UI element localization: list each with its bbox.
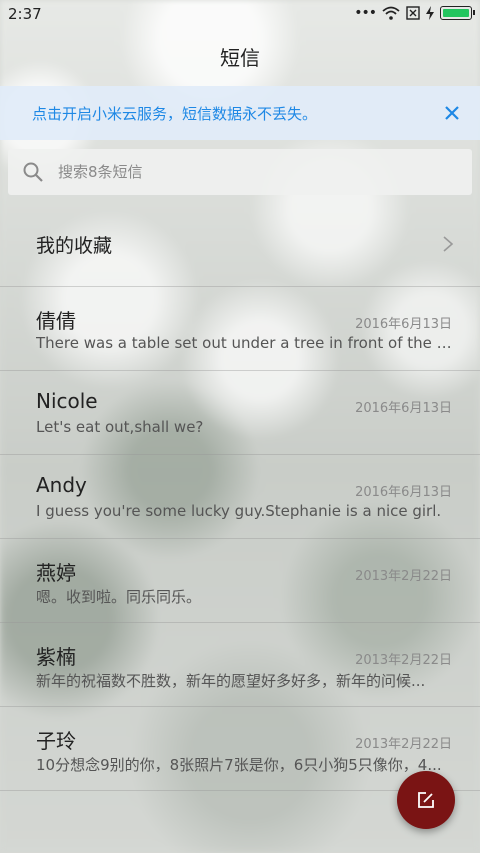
contact-name: 燕婷 [36, 561, 76, 585]
conversation-item[interactable]: 紫楠 2013年2月22日 新年的祝福数不胜数，新年的愿望好多好多，新年的问候.… [0, 623, 480, 707]
chevron-right-icon [443, 236, 454, 252]
message-preview: 10分想念9别的你，8张照片7张是你，6只小狗5只像你，4... [36, 756, 442, 774]
conversation-item[interactable]: 倩倩 2016年6月13日 There was a table set out … [0, 287, 480, 371]
contact-name: 紫楠 [36, 645, 76, 669]
message-date: 2013年2月22日 [355, 569, 452, 584]
message-preview: There was a table set out under a tree i… [36, 334, 452, 352]
signal-dots-icon: ••• [354, 5, 377, 21]
conversation-list: 倩倩 2016年6月13日 There was a table set out … [0, 287, 480, 791]
message-date: 2013年2月22日 [355, 737, 452, 752]
conversation-item[interactable]: Andy 2016年6月13日 I guess you're some luck… [0, 455, 480, 539]
conversation-item[interactable]: Nicole 2016年6月13日 Let's eat out,shall we… [0, 371, 480, 455]
message-date: 2016年6月13日 [355, 485, 452, 500]
messages-screen: 2:37 ••• 短信 点击开启小米云服务，短信数据永不丢失。 搜索8条短信 我… [0, 0, 480, 853]
search-bar[interactable] [8, 149, 472, 195]
message-date: 2016年6月13日 [355, 317, 452, 332]
charging-icon [426, 6, 434, 20]
status-icons: ••• [354, 5, 475, 21]
banner-text[interactable]: 点击开启小米云服务，短信数据永不丢失。 [32, 103, 432, 124]
close-icon[interactable] [444, 105, 460, 121]
sim-x-icon [406, 6, 420, 20]
search-input[interactable] [56, 162, 440, 182]
compose-icon[interactable] [417, 791, 435, 809]
search-icon [23, 162, 43, 182]
compose-button[interactable] [397, 771, 455, 829]
message-date: 2013年2月22日 [355, 653, 452, 668]
message-date: 2016年6月13日 [355, 401, 452, 416]
status-time: 2:37 [8, 5, 42, 23]
conversation-item[interactable]: 燕婷 2013年2月22日 嗯。收到啦。同乐同乐。 [0, 539, 480, 623]
message-preview: Let's eat out,shall we? [36, 418, 204, 436]
favorites-row[interactable]: 我的收藏 [0, 202, 480, 287]
banner-close-button[interactable] [432, 93, 472, 133]
contact-name: 子玲 [36, 729, 76, 753]
contact-name: 倩倩 [36, 309, 76, 333]
message-preview: I guess you're some lucky guy.Stephanie … [36, 502, 442, 520]
wifi-icon [382, 6, 400, 20]
battery-icon [440, 6, 475, 20]
contact-name: Nicole [36, 389, 98, 413]
cloud-service-banner[interactable]: 点击开启小米云服务，短信数据永不丢失。 [0, 86, 480, 140]
favorites-label: 我的收藏 [36, 234, 113, 257]
message-preview: 嗯。收到啦。同乐同乐。 [36, 588, 202, 606]
contact-name: Andy [36, 473, 87, 497]
message-preview: 新年的祝福数不胜数，新年的愿望好多好多，新年的问候... [36, 672, 426, 690]
status-bar: 2:37 ••• [0, 0, 480, 28]
page-title: 短信 [220, 46, 260, 70]
